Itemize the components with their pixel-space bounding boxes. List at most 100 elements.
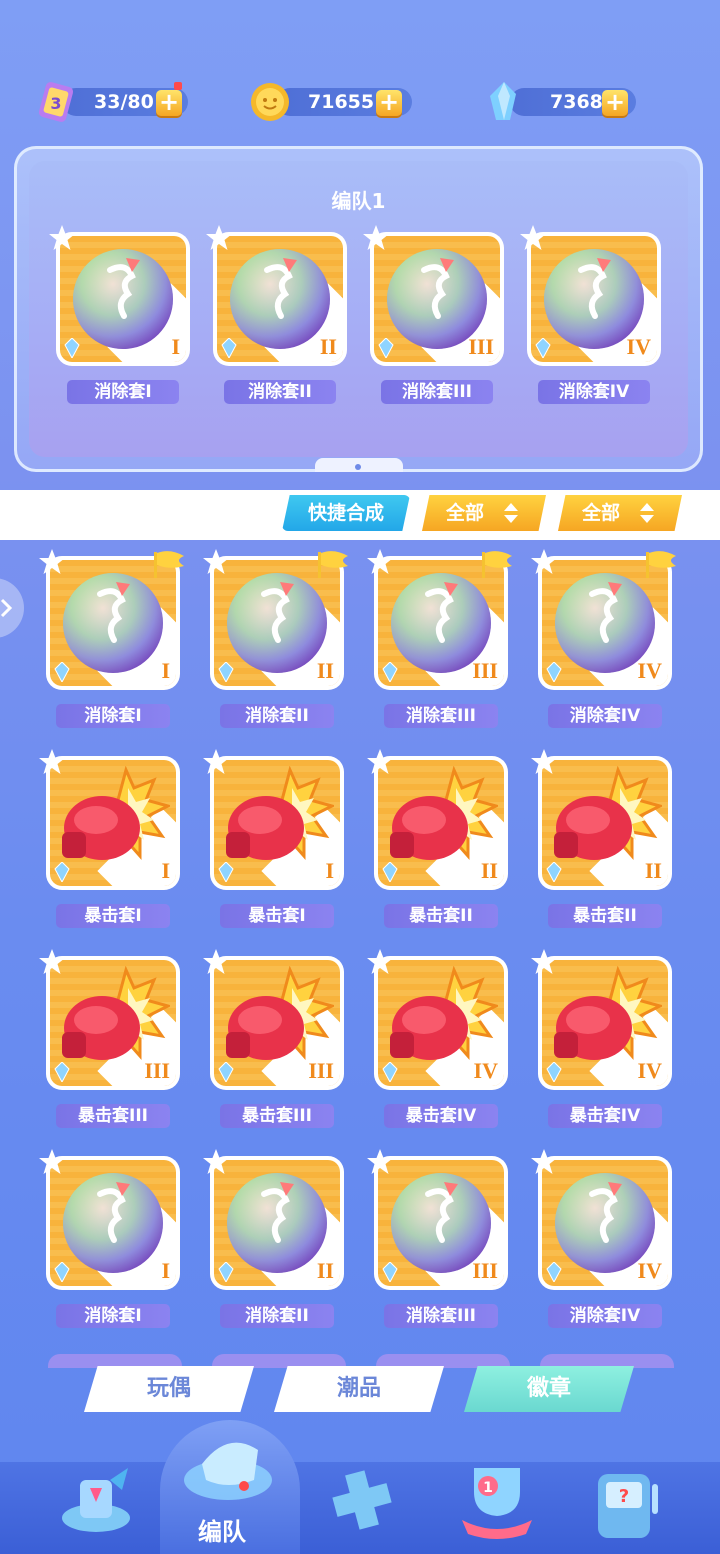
boxing-glove-icon <box>62 766 170 860</box>
filter-dropdown-2[interactable]: 全部 <box>558 495 682 531</box>
add-gems-button[interactable]: + <box>602 90 628 116</box>
card-label: 消除套II <box>220 704 334 728</box>
card-label: 消除套I <box>67 380 179 404</box>
filter-dropdown-1-label: 全部 <box>446 502 485 524</box>
card-label: 暴击套I <box>56 904 170 928</box>
card-label: 消除套I <box>56 704 170 728</box>
star-icon <box>367 749 393 774</box>
small-crystal-icon <box>54 1262 70 1282</box>
tier-numeral: IV <box>637 658 662 683</box>
small-crystal-icon <box>54 862 70 882</box>
trophy-icon[interactable]: 1 <box>454 1458 540 1542</box>
badge-card-crit[interactable]: IV <box>367 949 508 1090</box>
badge-card-crit[interactable]: III <box>39 949 180 1090</box>
card-label: 消除套I <box>56 1304 170 1328</box>
tier-numeral: IV <box>626 334 651 359</box>
gem-counter: 7368 + <box>482 82 636 120</box>
small-crystal-icon <box>382 662 398 682</box>
tier-numeral: II <box>480 858 498 883</box>
card-label: 暴击套II <box>548 904 662 928</box>
badge-card-cleanse[interactable]: II <box>203 1149 344 1290</box>
badge-card-cleanse[interactable]: I <box>39 1149 180 1290</box>
card-label: 暴击套II <box>384 904 498 928</box>
small-crystal-icon <box>546 662 562 682</box>
badge-card-cleanse[interactable]: IV <box>531 1149 672 1290</box>
small-crystal-icon <box>64 338 80 358</box>
badge-card-cleanse[interactable]: I <box>49 225 190 366</box>
tier-numeral: II <box>316 1258 334 1283</box>
card-label: 暴击套III <box>220 1104 334 1128</box>
chevron-right-icon <box>0 598 13 618</box>
tab-trend-items[interactable]: 潮品 <box>274 1366 444 1412</box>
badge-card-crit[interactable]: III <box>203 949 344 1090</box>
card-label: 暴击套III <box>56 1104 170 1128</box>
small-crystal-icon <box>546 1262 562 1282</box>
tier-numeral: I <box>171 334 180 359</box>
energy-counter: 33/80 3 + <box>34 82 188 122</box>
side-expand-handle[interactable] <box>0 578 24 638</box>
badge-card-cleanse[interactable]: IV <box>531 549 676 690</box>
quick-merge-button[interactable]: 快捷合成 <box>282 495 410 531</box>
tier-numeral: III <box>308 1058 334 1083</box>
whistle-icon[interactable] <box>178 1424 278 1510</box>
gamepad-icon[interactable] <box>322 1464 402 1540</box>
card-label: 消除套IV <box>538 380 650 404</box>
small-crystal-icon <box>218 662 234 682</box>
equipped-flag-icon <box>318 551 348 578</box>
star-icon <box>203 549 229 574</box>
star-icon <box>49 225 75 250</box>
tier-numeral: III <box>144 1058 170 1083</box>
card-label: 消除套II <box>220 1304 334 1328</box>
star-icon <box>531 749 557 774</box>
filter-dropdown-1[interactable]: 全部 <box>422 495 546 531</box>
home-icon[interactable] <box>56 1466 136 1538</box>
next-row-peek <box>212 1354 346 1368</box>
badge-card-cleanse[interactable]: IV <box>520 225 661 366</box>
crystal-icon <box>490 82 516 120</box>
coin-icon <box>251 83 289 121</box>
tier-numeral: II <box>319 334 337 359</box>
small-crystal-icon <box>546 862 562 882</box>
small-crystal-icon <box>218 862 234 882</box>
add-energy-button[interactable]: + <box>156 90 182 116</box>
star-icon <box>39 1149 65 1174</box>
card-label: 暴击套IV <box>384 1104 498 1128</box>
badge-card-crit[interactable]: I <box>39 749 180 890</box>
add-coins-button[interactable]: + <box>376 90 402 116</box>
small-crystal-icon <box>218 1262 234 1282</box>
small-crystal-icon <box>221 338 237 358</box>
badge-card-crit[interactable]: IV <box>531 949 672 1090</box>
card-label: 消除套III <box>381 380 493 404</box>
badge-card-crit[interactable]: II <box>531 749 672 890</box>
cleanse-orb-icon <box>73 249 173 349</box>
card-label: 消除套III <box>384 1304 498 1328</box>
badge-card-cleanse[interactable]: II <box>206 225 347 366</box>
badge-card-cleanse[interactable]: III <box>367 549 512 690</box>
star-icon <box>531 1149 557 1174</box>
cleanse-orb-icon <box>63 1173 163 1273</box>
filter-dropdown-2-label: 全部 <box>582 502 621 524</box>
small-crystal-icon <box>54 662 70 682</box>
badge-card-crit[interactable]: II <box>367 749 508 890</box>
star-icon <box>520 225 546 250</box>
badge-card-cleanse[interactable]: I <box>39 549 184 690</box>
slot-machine-icon[interactable]: ? <box>592 1464 664 1544</box>
star-icon <box>203 749 229 774</box>
card-label: 消除套IV <box>548 1304 662 1328</box>
coin-counter: 71655 + <box>248 83 412 121</box>
badge-card-cleanse[interactable]: III <box>363 225 504 366</box>
team-title: 编队1 <box>331 189 386 213</box>
badge-card-crit[interactable]: I <box>203 749 344 890</box>
tier-numeral: IV <box>637 1258 662 1283</box>
star-icon <box>531 949 557 974</box>
tab-badges[interactable]: 徽章 <box>464 1366 634 1412</box>
energy-card-icon: 3 <box>38 82 74 122</box>
tab-dolls[interactable]: 玩偶 <box>84 1366 254 1412</box>
badge-card-cleanse[interactable]: III <box>367 1149 508 1290</box>
star-icon <box>39 749 65 774</box>
star-icon <box>203 1149 229 1174</box>
equipped-flag-icon <box>154 551 184 578</box>
badge-card-cleanse[interactable]: II <box>203 549 348 690</box>
page-indicator-dot <box>355 464 361 470</box>
small-crystal-icon <box>218 1062 234 1082</box>
